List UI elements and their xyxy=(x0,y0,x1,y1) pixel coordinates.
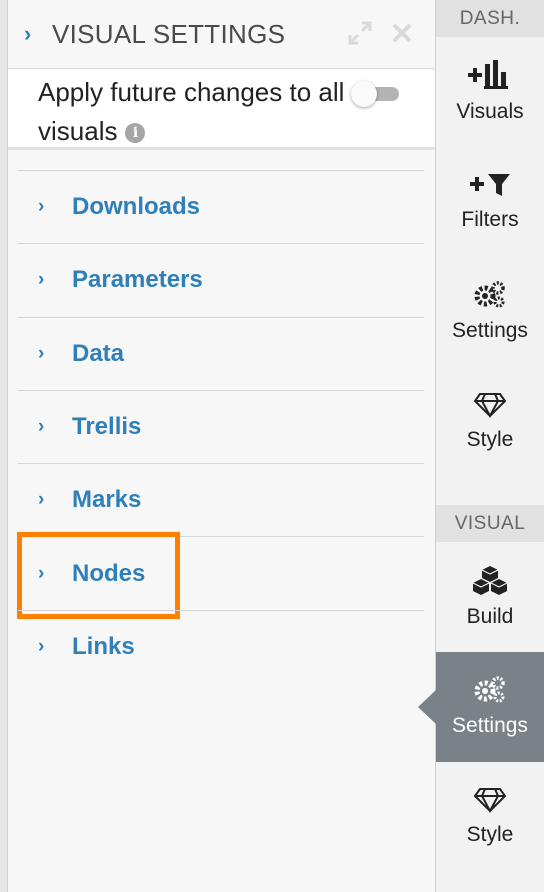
chevron-right-icon: › xyxy=(38,269,45,291)
chevron-right-icon: › xyxy=(38,635,45,657)
nav-label: Style xyxy=(466,428,514,451)
nav-dash-visuals[interactable]: Visuals xyxy=(436,37,544,147)
section-parameters[interactable]: › Parameters xyxy=(18,243,424,316)
cubes-icon xyxy=(472,566,508,595)
panel-header: › VISUAL SETTINGS xyxy=(8,0,435,68)
left-edge-strip xyxy=(0,0,8,892)
nav-dash-filters[interactable]: Filters xyxy=(436,147,544,257)
visual-settings-panel: › VISUAL SETTINGS Apply future changes t… xyxy=(8,0,435,892)
nav-visual-settings[interactable]: Settings xyxy=(418,652,544,762)
nav-label: Visuals xyxy=(456,100,524,123)
section-label: Downloads xyxy=(72,193,201,221)
section-downloads[interactable]: › Downloads xyxy=(18,170,424,243)
nav-label: Build xyxy=(466,605,514,628)
toggle-knob xyxy=(351,81,377,107)
nav-label: Style xyxy=(466,823,514,846)
diamond-icon xyxy=(473,393,507,418)
add-chart-icon xyxy=(468,60,508,89)
nav-label: Filters xyxy=(461,208,519,231)
right-sidebar: DASH. Visuals Filters Settings Style VIS xyxy=(418,0,544,892)
chevron-right-icon: › xyxy=(38,489,45,511)
nav-label: Settings xyxy=(452,319,528,342)
panel-title: VISUAL SETTINGS xyxy=(52,18,286,49)
chevron-right-icon: › xyxy=(38,416,45,438)
info-icon[interactable]: i xyxy=(125,123,146,144)
close-icon[interactable] xyxy=(389,20,415,46)
expand-icon[interactable] xyxy=(347,20,373,46)
section-trellis[interactable]: › Trellis xyxy=(18,389,424,463)
add-filter-icon xyxy=(470,174,510,196)
section-label: Marks xyxy=(72,486,142,514)
section-label: Links xyxy=(72,632,135,660)
apply-future-changes-toggle[interactable] xyxy=(351,81,399,107)
apply-future-changes-label: Apply future changes to all visuals i xyxy=(38,77,345,146)
chevron-right-icon: › xyxy=(38,562,45,584)
section-marks[interactable]: › Marks xyxy=(18,463,424,536)
nav-dash-settings[interactable]: Settings xyxy=(436,257,544,367)
nav-visual-build[interactable]: Build xyxy=(436,542,544,652)
dash-group-label: DASH. xyxy=(436,0,544,37)
section-label: Nodes xyxy=(72,559,146,587)
header-actions xyxy=(347,20,415,46)
section-nodes[interactable]: › Nodes xyxy=(17,532,424,620)
gears-icon xyxy=(474,281,505,308)
gears-icon xyxy=(474,676,505,703)
sidebar-divider xyxy=(436,477,544,505)
section-label: Data xyxy=(72,339,125,367)
section-links[interactable]: › Links xyxy=(18,609,424,683)
visual-group-label: VISUAL xyxy=(436,505,544,542)
nav-label: Settings xyxy=(452,714,528,737)
chevron-right-icon: › xyxy=(38,342,45,364)
section-label: Parameters xyxy=(72,266,203,294)
nav-visual-style[interactable]: Style xyxy=(436,762,544,872)
diamond-icon xyxy=(473,788,507,813)
nav-dash-style[interactable]: Style xyxy=(436,367,544,477)
collapse-chevron-icon[interactable]: › xyxy=(24,21,46,47)
section-label: Trellis xyxy=(72,413,142,441)
apply-future-changes-row: Apply future changes to all visuals i xyxy=(8,68,435,150)
settings-sections-list: › Downloads › Parameters › Data › Trelli… xyxy=(17,170,424,683)
section-data[interactable]: › Data xyxy=(18,316,424,390)
chevron-right-icon: › xyxy=(38,196,45,218)
